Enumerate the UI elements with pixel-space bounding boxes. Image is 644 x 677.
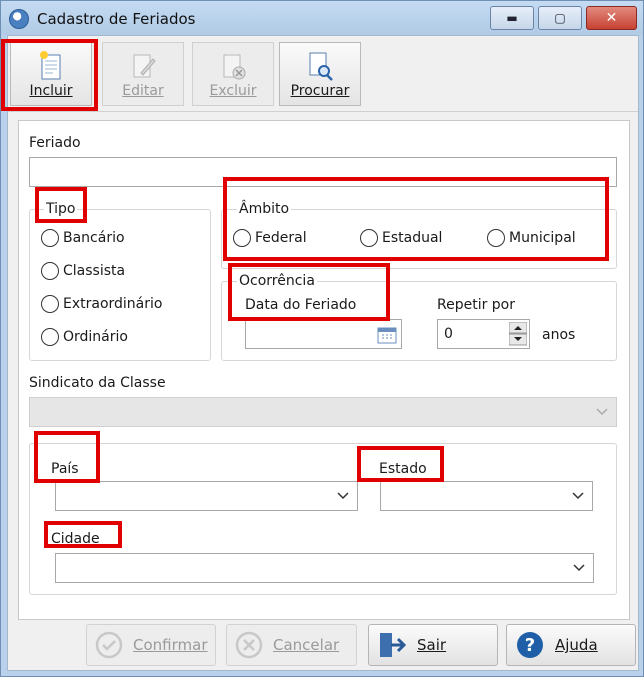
radio-circle — [41, 229, 59, 247]
cancelar-label: Cancelar — [273, 636, 340, 654]
sair-label: Sair — [417, 636, 447, 654]
window: Cadastro de Feriados ▬ ▢ ✕ Incluir Edita… — [0, 0, 644, 677]
radio-circle — [233, 229, 251, 247]
procurar-button[interactable]: Procurar — [279, 42, 361, 106]
calendar-icon[interactable] — [377, 326, 397, 344]
sindicato-label: Sindicato da Classe — [29, 375, 166, 391]
anos-label: anos — [542, 327, 576, 343]
radio-bancario[interactable]: Bancário — [41, 229, 125, 247]
delete-document-icon — [223, 54, 246, 80]
check-circle-icon — [95, 631, 123, 659]
svg-text:?: ? — [525, 635, 535, 656]
confirmar-button[interactable]: Confirmar — [86, 624, 216, 666]
toolbar: Incluir Editar Excluir Procurar — [8, 36, 638, 112]
sair-button[interactable]: Sair — [368, 624, 498, 666]
ajuda-label: Ajuda — [555, 636, 598, 654]
radio-ordinario[interactable]: Ordinário — [41, 328, 128, 346]
confirmar-label: Confirmar — [133, 636, 208, 654]
radio-label: Extraordinário — [63, 296, 163, 312]
cancelar-button[interactable]: Cancelar — [226, 624, 357, 666]
feriado-input[interactable] — [29, 157, 617, 187]
chevron-down-icon — [596, 408, 608, 416]
exit-door-icon — [380, 633, 407, 657]
cidade-label: Cidade — [51, 531, 100, 547]
radio-label: Ordinário — [63, 329, 128, 345]
feriado-label: Feriado — [29, 135, 81, 151]
data-feriado-input[interactable] — [245, 319, 402, 349]
radio-circle — [41, 328, 59, 346]
ambito-label: Âmbito — [237, 201, 292, 217]
radio-federal[interactable]: Federal — [233, 229, 307, 247]
minimize-button[interactable]: ▬ — [490, 6, 534, 30]
editar-button[interactable]: Editar — [102, 42, 184, 106]
radio-extraordinario[interactable]: Extraordinário — [41, 295, 162, 313]
radio-circle — [41, 262, 59, 280]
radio-label: Municipal — [509, 230, 576, 246]
radio-label: Bancário — [63, 230, 125, 246]
radio-circle — [360, 229, 378, 247]
window-title: Cadastro de Feriados — [37, 10, 196, 28]
maximize-button[interactable]: ▢ — [538, 6, 582, 30]
estado-label: Estado — [379, 461, 427, 477]
ocorrencia-label: Ocorrência — [237, 273, 317, 289]
excluir-label: Excluir — [209, 83, 257, 99]
excluir-button[interactable]: Excluir — [192, 42, 274, 106]
radio-classista[interactable]: Classista — [41, 262, 125, 280]
cidade-select[interactable] — [55, 553, 594, 583]
chevron-down-icon — [337, 492, 349, 500]
repetir-value: 0 — [444, 326, 453, 342]
help-icon: ? — [517, 632, 543, 658]
close-button[interactable]: ✕ — [586, 6, 637, 30]
procurar-label: Procurar — [290, 83, 350, 99]
data-feriado-label: Data do Feriado — [245, 297, 357, 313]
form-panel: Feriado Tipo Bancário Classista Extraord… — [18, 120, 630, 620]
chevron-down-icon — [572, 492, 584, 500]
pais-label: País — [51, 461, 79, 477]
cancel-circle-icon — [235, 631, 263, 659]
incluir-button[interactable]: Incluir — [10, 42, 92, 106]
spin-arrows-icon[interactable] — [509, 322, 527, 346]
radio-circle — [41, 295, 59, 313]
radio-label: Federal — [255, 230, 307, 246]
repetir-spinner[interactable]: 0 — [437, 319, 530, 349]
sindicato-select[interactable] — [29, 397, 617, 427]
editar-label: Editar — [122, 83, 164, 99]
radio-label: Classista — [63, 263, 126, 279]
estado-select[interactable] — [380, 481, 593, 511]
radio-estadual[interactable]: Estadual — [360, 229, 442, 247]
radio-municipal[interactable]: Municipal — [487, 229, 576, 247]
dialog-body: Incluir Editar Excluir Procurar Feriado … — [7, 35, 639, 671]
radio-circle — [487, 229, 505, 247]
new-document-icon — [40, 51, 61, 80]
edit-document-icon — [133, 54, 156, 78]
title-bar[interactable]: Cadastro de Feriados ▬ ▢ ✕ — [1, 1, 643, 35]
chevron-down-icon — [573, 564, 585, 572]
radio-label: Estadual — [382, 230, 443, 246]
incluir-label: Incluir — [29, 83, 73, 99]
ajuda-button[interactable]: ? Ajuda — [506, 624, 636, 666]
pais-select[interactable] — [55, 481, 358, 511]
app-globe-icon — [9, 9, 29, 29]
tipo-label: Tipo — [44, 201, 78, 217]
repetir-label: Repetir por — [437, 297, 516, 313]
search-document-icon — [309, 52, 333, 81]
